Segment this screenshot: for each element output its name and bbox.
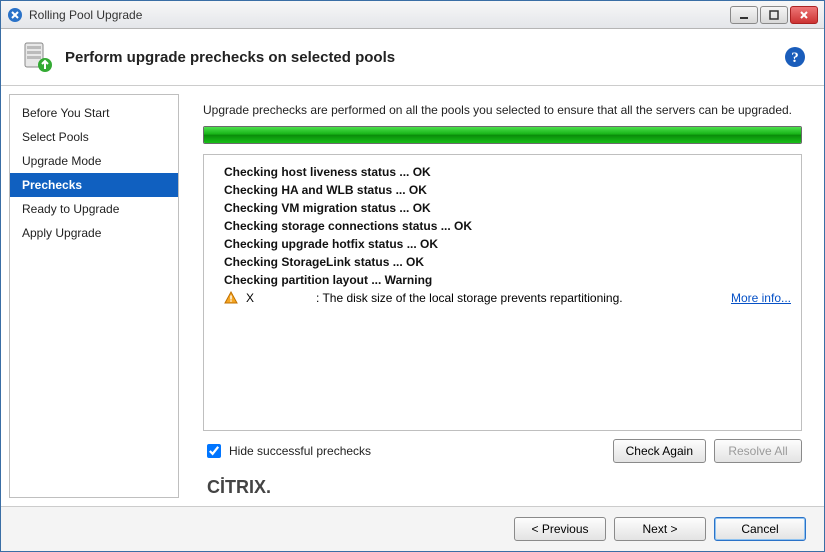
precheck-line: Checking StorageLink status ... OK	[214, 253, 791, 271]
warning-icon	[224, 291, 238, 305]
close-button[interactable]	[790, 6, 818, 24]
wizard-footer: < Previous Next > Cancel	[1, 506, 824, 551]
rolling-pool-upgrade-window: Rolling Pool Upgrade Perform upgrade pre…	[0, 0, 825, 552]
resolve-all-button[interactable]: Resolve All	[714, 439, 802, 463]
precheck-line: Checking storage connections status ... …	[214, 217, 791, 235]
minimize-button[interactable]	[730, 6, 758, 24]
precheck-line: Checking HA and WLB status ... OK	[214, 181, 791, 199]
window-title: Rolling Pool Upgrade	[29, 8, 730, 22]
prechecks-description: Upgrade prechecks are performed on all t…	[203, 102, 802, 118]
server-upgrade-icon	[19, 39, 55, 75]
check-again-button[interactable]: Check Again	[613, 439, 706, 463]
progress-bar-fill	[204, 127, 801, 143]
next-button[interactable]: Next >	[614, 517, 706, 541]
precheck-line: Checking VM migration status ... OK	[214, 199, 791, 217]
hide-successful-text: Hide successful prechecks	[229, 444, 371, 458]
brand-row: CİTRIX.	[189, 473, 816, 498]
wizard-sidebar: Before You StartSelect PoolsUpgrade Mode…	[9, 94, 179, 498]
sidebar-item-upgrade-mode[interactable]: Upgrade Mode	[10, 149, 178, 173]
more-info-link[interactable]: More info...	[731, 291, 791, 305]
hide-successful-checkbox-label[interactable]: Hide successful prechecks	[203, 441, 605, 461]
wizard-content: Upgrade prechecks are performed on all t…	[189, 94, 816, 498]
precheck-line: Checking host liveness status ... OK	[214, 163, 791, 181]
wizard-header-title: Perform upgrade prechecks on selected po…	[65, 49, 784, 66]
progress-bar	[203, 126, 802, 144]
sidebar-item-prechecks[interactable]: Prechecks	[10, 173, 178, 197]
sidebar-item-select-pools[interactable]: Select Pools	[10, 125, 178, 149]
precheck-warning-row: X: The disk size of the local storage pr…	[214, 289, 791, 307]
warning-host: X	[246, 291, 316, 305]
citrix-logo: CİTRIX.	[207, 477, 271, 498]
previous-button[interactable]: < Previous	[514, 517, 606, 541]
hide-successful-checkbox[interactable]	[207, 444, 221, 458]
prechecks-results-list: Checking host liveness status ... OKChec…	[203, 154, 802, 431]
wizard-body: Before You StartSelect PoolsUpgrade Mode…	[1, 86, 824, 506]
maximize-button[interactable]	[760, 6, 788, 24]
warning-message: : The disk size of the local storage pre…	[316, 291, 731, 305]
sidebar-item-ready-to-upgrade[interactable]: Ready to Upgrade	[10, 197, 178, 221]
app-icon	[7, 7, 23, 23]
prechecks-footer: Hide successful prechecks Check Again Re…	[203, 439, 802, 463]
window-controls	[730, 6, 818, 24]
prechecks-panel: Upgrade prechecks are performed on all t…	[189, 94, 816, 473]
sidebar-item-apply-upgrade[interactable]: Apply Upgrade	[10, 221, 178, 245]
sidebar-item-before-you-start[interactable]: Before You Start	[10, 101, 178, 125]
wizard-header: Perform upgrade prechecks on selected po…	[1, 29, 824, 86]
precheck-line: Checking upgrade hotfix status ... OK	[214, 235, 791, 253]
help-icon[interactable]: ?	[784, 46, 806, 68]
precheck-line: Checking partition layout ... Warning	[214, 271, 791, 289]
titlebar: Rolling Pool Upgrade	[1, 1, 824, 29]
svg-text:?: ?	[791, 50, 799, 66]
cancel-button[interactable]: Cancel	[714, 517, 806, 541]
